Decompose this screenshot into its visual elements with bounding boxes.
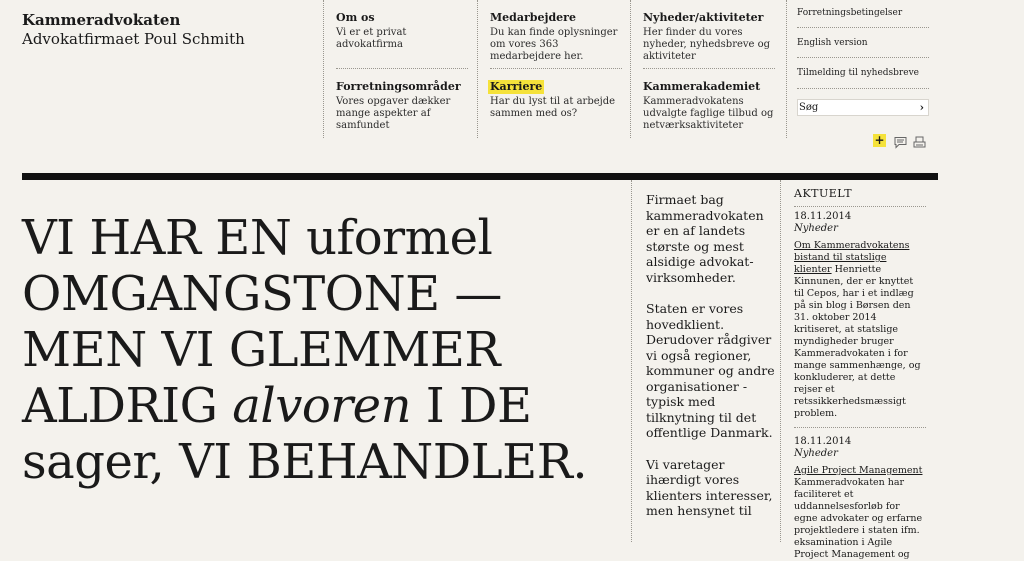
intro-column: Firmaet bag kammeradvokaten er en af lan… bbox=[631, 180, 781, 542]
brand[interactable]: Kammeradvokaten Advokatfirmaet Poul Schm… bbox=[22, 11, 245, 49]
menu-item-forretningsomraader[interactable]: Forretningsområder Vores opgaver dækker … bbox=[336, 75, 468, 132]
english-version-link[interactable]: English version bbox=[797, 38, 868, 49]
site-subtitle: Advokatfirmaet Poul Schmith bbox=[22, 30, 245, 48]
menu-item-om-os[interactable]: Om os Vi er et privat advokatfirma bbox=[336, 6, 468, 51]
divider bbox=[797, 27, 929, 28]
news-heading: AKTUELT bbox=[794, 187, 853, 200]
headline-italic: alvoren bbox=[232, 378, 411, 434]
comment-icon[interactable] bbox=[894, 134, 907, 149]
news-date: 18.11.2014 bbox=[794, 211, 852, 222]
print-icon[interactable] bbox=[913, 134, 926, 148]
terms-link[interactable]: Forretningsbetingelser bbox=[797, 8, 902, 19]
intro-paragraph: Vi varetager ihærdigt vores klienters in… bbox=[646, 456, 773, 519]
menu-description: Vores opgaver dækker mange aspekter af s… bbox=[336, 96, 451, 131]
divider bbox=[797, 57, 929, 58]
section-divider bbox=[22, 173, 938, 180]
menu-title[interactable]: Medarbejdere bbox=[490, 11, 576, 25]
divider bbox=[797, 88, 929, 89]
menu-column-1: Om os Vi er et privat advokatfirma Forre… bbox=[323, 0, 468, 138]
news-column: AKTUELT 18.11.2014 Nyheder Om Kammeradvo… bbox=[794, 187, 944, 561]
menu-description: Her finder du vores nyheder, nyhedsbreve… bbox=[643, 27, 771, 62]
search-label: Søg bbox=[799, 102, 819, 113]
search-field[interactable]: Søg › bbox=[797, 99, 929, 116]
site-name[interactable]: Kammeradvokaten bbox=[22, 11, 245, 30]
menu-description: Vi er et privat advokatfirma bbox=[336, 27, 407, 50]
hero-headline: VI HAR EN uformel OMGANGSTONE — MEN VI G… bbox=[22, 210, 622, 490]
menu-title[interactable]: Nyheder/aktiviteter bbox=[643, 11, 763, 25]
menu-column-3: Nyheder/aktiviteter Her finder du vores … bbox=[630, 0, 775, 138]
news-body: Henriette Kinnunen, der er knyttet til C… bbox=[794, 264, 921, 419]
divider bbox=[336, 68, 468, 69]
newsletter-signup-link[interactable]: Tilmelding til nyhedsbreve bbox=[797, 68, 919, 79]
menu-column-2: Medarbejdere Du kan finde oplysninger om… bbox=[477, 0, 622, 138]
menu-description: Har du lyst til at arbejde sammen med os… bbox=[490, 96, 616, 119]
intro-paragraph: Firmaet bag kammeradvokaten er en af lan… bbox=[646, 192, 764, 285]
news-item: 18.11.2014 Nyheder Om Kammeradvokatens b… bbox=[794, 211, 926, 420]
menu-description: Kammeradvokatens udvalgte faglige tilbud… bbox=[643, 96, 774, 131]
menu-description: Du kan finde oplysninger om vores 363 me… bbox=[490, 27, 618, 62]
divider bbox=[794, 206, 926, 207]
add-icon[interactable]: + bbox=[873, 134, 886, 147]
utility-column: Forretningsbetingelser English version T… bbox=[786, 0, 938, 149]
news-date: 18.11.2014 bbox=[794, 436, 852, 447]
divider bbox=[643, 68, 775, 69]
menu-title[interactable]: Forretningsområder bbox=[336, 80, 461, 94]
menu-title-highlighted[interactable]: Karriere bbox=[488, 80, 545, 94]
menu-item-nyheder[interactable]: Nyheder/aktiviteter Her finder du vores … bbox=[643, 6, 775, 63]
menu-title[interactable]: Kammerakademiet bbox=[643, 80, 760, 94]
menu-item-karriere[interactable]: Karriere Har du lyst til at arbejde samm… bbox=[488, 75, 622, 120]
divider bbox=[490, 68, 622, 69]
news-title-link[interactable]: Agile Project Management bbox=[794, 465, 922, 476]
intro-paragraph: Staten er vores hovedklient. Derudover r… bbox=[646, 301, 775, 440]
search-submit-icon[interactable]: › bbox=[920, 101, 924, 114]
news-body: Kammeradvokaten har faciliteret et uddan… bbox=[794, 477, 923, 560]
menu-item-medarbejdere[interactable]: Medarbejdere Du kan finde oplysninger om… bbox=[490, 6, 622, 63]
news-item: 18.11.2014 Nyheder Agile Project Managem… bbox=[794, 436, 926, 561]
menu-title[interactable]: Om os bbox=[336, 11, 375, 25]
news-category: Nyheder bbox=[794, 448, 838, 459]
menu-item-kammerakademiet[interactable]: Kammerakademiet Kammeradvokatens udvalgt… bbox=[643, 75, 775, 132]
divider bbox=[794, 427, 926, 428]
news-category: Nyheder bbox=[794, 223, 838, 234]
